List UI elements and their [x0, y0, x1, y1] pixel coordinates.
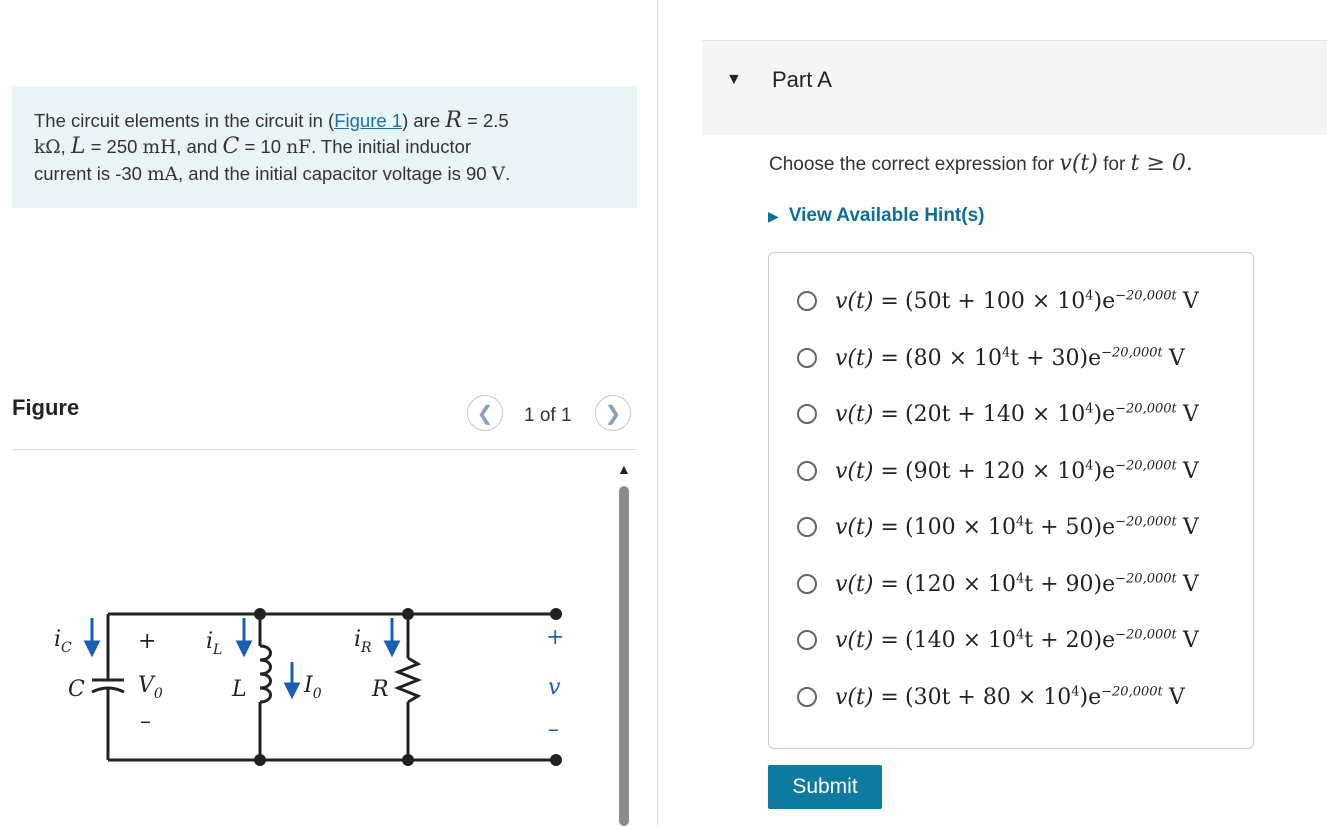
voltage-unit: V: [491, 164, 506, 185]
triangle-down-icon[interactable]: ▼: [726, 71, 742, 89]
answer-option[interactable]: v(t) = (20t + 140 × 104)e−20,000t V: [797, 396, 1199, 432]
minus-sign-v: –: [548, 717, 559, 742]
view-hints-toggle[interactable]: ▶ View Available Hint(s): [768, 205, 984, 227]
part-header[interactable]: ▼ Part A: [702, 40, 1327, 135]
option-expression: v(t) = (50t + 100 × 104)e−20,000t V: [835, 288, 1199, 314]
answer-option[interactable]: v(t) = (100 × 104t + 50)e−20,000t V: [797, 509, 1199, 545]
radio-button[interactable]: [797, 461, 817, 481]
part-title: Part A: [772, 67, 832, 92]
inductor-symbol: L: [70, 134, 86, 159]
resistor-symbol: R: [445, 108, 462, 133]
chevron-right-icon: ❯: [604, 402, 622, 425]
answer-option[interactable]: v(t) = (140 × 104t + 20)e−20,000t V: [797, 622, 1199, 658]
answer-option[interactable]: v(t) = (50t + 100 × 104)e−20,000t V: [797, 283, 1199, 319]
capacitor-symbol: C: [222, 134, 240, 159]
l-label: L: [231, 677, 247, 702]
figure-link[interactable]: Figure 1: [334, 110, 402, 131]
io-label: I0: [303, 673, 322, 702]
triangle-right-icon: ▶: [768, 208, 779, 224]
c-label: C: [68, 677, 85, 702]
r-label: R: [371, 677, 389, 702]
ic-label: iC: [54, 627, 72, 656]
problem-text: , and the initial capacitor voltage is 9…: [178, 163, 487, 184]
previous-figure-button[interactable]: ❮: [467, 395, 503, 431]
radio-button[interactable]: [797, 291, 817, 311]
option-expression: v(t) = (20t + 140 × 104)e−20,000t V: [835, 401, 1199, 427]
answer-option[interactable]: v(t) = (90t + 120 × 104)e−20,000t V: [797, 453, 1199, 489]
problem-text: The circuit elements in the circuit in (: [34, 110, 335, 131]
option-expression: v(t) = (30t + 80 × 104)e−20,000t V: [835, 684, 1185, 710]
resistance-value: = 2.5: [467, 110, 509, 131]
radio-button[interactable]: [797, 517, 817, 537]
circuit-diagram: iC C + V0 – iL L I0 iR R + v –: [54, 608, 564, 766]
prompt-condition: t ≥ 0.: [1130, 151, 1193, 176]
prompt-text: Choose the correct expression for: [769, 154, 1055, 175]
problem-text: , and: [176, 136, 218, 157]
next-figure-button[interactable]: ❯: [595, 395, 631, 431]
question-prompt: Choose the correct expression for v(t) f…: [769, 151, 1193, 176]
radio-button[interactable]: [797, 574, 817, 594]
problem-statement: The circuit elements in the circuit in (…: [12, 86, 637, 208]
pane-divider: [657, 0, 658, 825]
il-label: iL: [206, 629, 222, 658]
hint-label: View Available Hint(s): [788, 205, 985, 226]
problem-text: .: [505, 163, 511, 184]
figure-header: Figure ❮ 1 of 1 ❯: [12, 395, 637, 450]
prompt-text: for: [1103, 154, 1126, 175]
option-expression: v(t) = (120 × 104t + 90)e−20,000t V: [835, 571, 1199, 597]
answer-option[interactable]: v(t) = (80 × 104t + 30)e−20,000t V: [797, 340, 1185, 376]
problem-text: ) are: [402, 110, 441, 131]
radio-button[interactable]: [797, 348, 817, 368]
answer-options: v(t) = (50t + 100 × 104)e−20,000t V v(t) …: [768, 252, 1254, 749]
submit-button[interactable]: Submit: [768, 765, 882, 809]
scrollbar-thumb[interactable]: [619, 486, 629, 826]
radio-button[interactable]: [797, 404, 817, 424]
prompt-math: v(t): [1059, 151, 1098, 176]
resistance-unit: kΩ: [34, 137, 61, 158]
plus-sign-vo: +: [138, 629, 156, 654]
scroll-up-arrow-icon[interactable]: ▲: [617, 462, 631, 476]
plus-sign-v: +: [546, 625, 564, 650]
initial-current-text: current is -30: [34, 163, 142, 184]
problem-text: . The initial inductor: [310, 136, 472, 157]
option-expression: v(t) = (100 × 104t + 50)e−20,000t V: [835, 514, 1199, 540]
figure-scrollbar[interactable]: ▲: [616, 462, 632, 826]
capacitance-unit: nF: [286, 137, 311, 158]
figure-title: Figure: [12, 395, 80, 420]
option-expression: v(t) = (80 × 104t + 30)e−20,000t V: [835, 345, 1185, 371]
ir-label: iR: [354, 627, 372, 656]
option-expression: v(t) = (140 × 104t + 20)e−20,000t V: [835, 627, 1199, 653]
current-unit: mA: [147, 164, 179, 185]
inductance-value: = 250: [90, 136, 138, 157]
v-label: v: [548, 675, 561, 700]
radio-button[interactable]: [797, 687, 817, 707]
radio-button[interactable]: [797, 630, 817, 650]
figure-page-indicator: 1 of 1: [524, 405, 572, 426]
capacitance-value: = 10: [244, 136, 282, 157]
answer-option[interactable]: v(t) = (120 × 104t + 90)e−20,000t V: [797, 566, 1199, 602]
chevron-left-icon: ❮: [476, 402, 494, 425]
inductance-unit: mH: [142, 137, 177, 158]
minus-sign-vo: –: [140, 709, 151, 734]
vo-label: V0: [138, 673, 163, 702]
option-expression: v(t) = (90t + 120 × 104)e−20,000t V: [835, 458, 1199, 484]
answer-option[interactable]: v(t) = (30t + 80 × 104)e−20,000t V: [797, 679, 1185, 715]
